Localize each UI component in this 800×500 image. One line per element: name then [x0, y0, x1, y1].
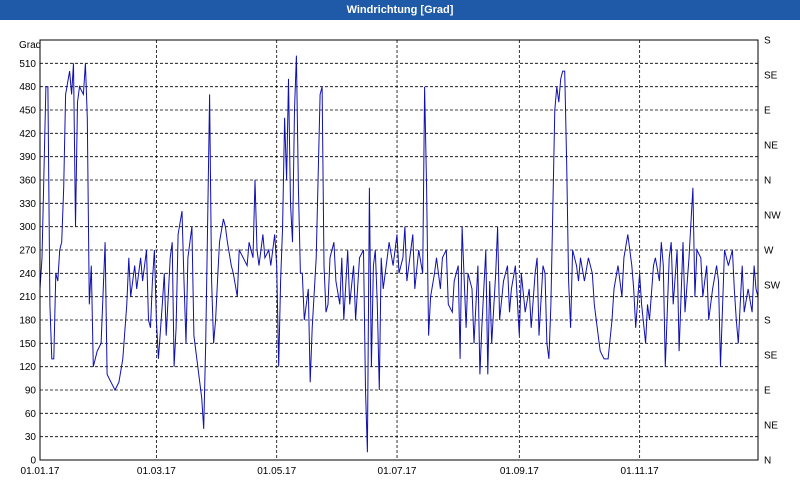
y-tick-label: 210	[19, 292, 36, 303]
right-tick-label: N	[764, 456, 771, 467]
line-chart: Grad 0 30 60 90 120 150 180 210 240 270 300 330 360 3…	[19, 36, 781, 478]
right-tick-label: SE	[764, 351, 778, 362]
right-tick-label: E	[764, 106, 771, 117]
y-tick-label: 240	[19, 269, 36, 280]
right-tick-label: NE	[764, 141, 778, 152]
x-tick-label: 01.01.17	[21, 466, 60, 477]
y-axis-label: Grad	[19, 40, 41, 51]
y-tick-label: 510	[19, 59, 36, 70]
x-tick-label: 01.03.17	[137, 466, 176, 477]
x-tick-label: 01.05.17	[257, 466, 296, 477]
grid-lines	[40, 40, 758, 460]
right-tick-label: SE	[764, 71, 778, 82]
window-title: Windrichtung [Grad]	[0, 0, 800, 20]
y-tick-label: 270	[19, 246, 36, 257]
y-tick-label: 120	[19, 362, 36, 373]
right-tick-label: S	[764, 316, 771, 327]
right-tick-label: NE	[764, 421, 778, 432]
y-tick-label: 300	[19, 222, 36, 233]
y-tick-label: 90	[25, 386, 37, 397]
chart-area: Grad 0 30 60 90 120 150 180 210 240 270 300 330 360 3…	[0, 20, 800, 500]
right-tick-label: S	[764, 36, 771, 47]
y-tick-label: 180	[19, 316, 36, 327]
series-line	[39, 55, 759, 453]
y-tick-label: 480	[19, 82, 36, 93]
right-tick-label: NW	[764, 211, 781, 222]
y-tick-label: 60	[25, 409, 37, 420]
y-tick-label: 450	[19, 106, 36, 117]
y-tick-label: 390	[19, 152, 36, 163]
x-tick-label: 01.11.17	[621, 466, 660, 477]
y-tick-label: 30	[25, 432, 37, 443]
right-tick-label: N	[764, 176, 771, 187]
y-axis-left: Grad 0 30 60 90 120 150 180 210 240 270 300 330 360 3…	[19, 40, 41, 467]
right-tick-label: W	[764, 246, 774, 257]
right-tick-label: SW	[764, 281, 781, 292]
y-axis-right: N NE E SE S SW W NW N NE E SE S	[764, 36, 781, 467]
y-tick-label: 420	[19, 129, 36, 140]
x-tick-label: 01.07.17	[378, 466, 417, 477]
y-tick-label: 360	[19, 176, 36, 187]
y-tick-label: 150	[19, 339, 36, 350]
x-axis: 01.01.17 01.03.17 01.05.17 01.07.17 01.09.17…	[21, 466, 660, 477]
x-tick-label: 01.09.17	[500, 466, 539, 477]
right-tick-label: E	[764, 386, 771, 397]
y-tick-label: 0	[30, 456, 36, 467]
y-tick-label: 330	[19, 199, 36, 210]
